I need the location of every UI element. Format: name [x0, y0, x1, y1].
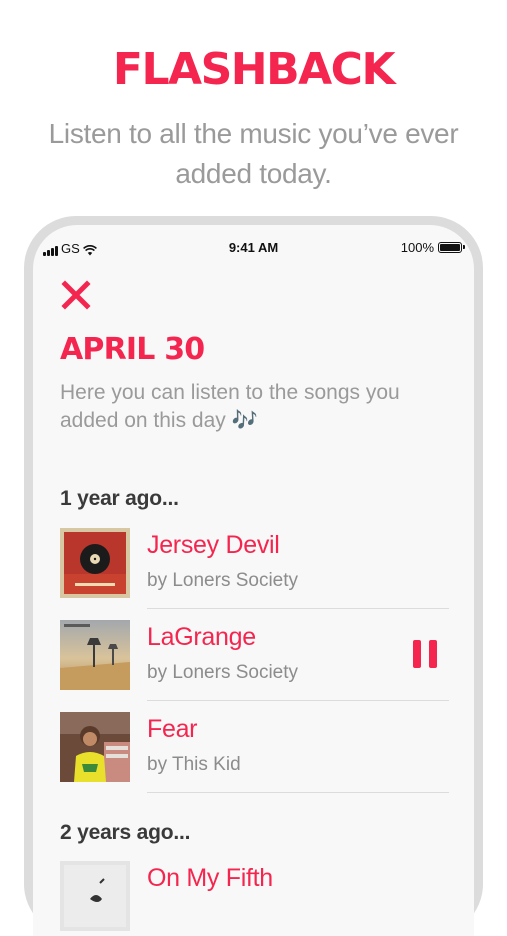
hero-title: FLASHBACK [112, 44, 396, 95]
close-button[interactable] [60, 279, 92, 311]
song-title: Jersey Devil [147, 531, 280, 559]
song-row[interactable]: LaGrange by Loners Society [60, 620, 449, 712]
phone-frame: GS 9:41 AM 100% APRIL 30 Here you can li… [24, 216, 483, 936]
pause-icon [429, 640, 437, 668]
song-row[interactable]: On My Fifth [60, 861, 449, 936]
divider [147, 608, 449, 609]
status-bar: GS 9:41 AM 100% [33, 237, 474, 259]
song-artist: by Loners Society [147, 662, 299, 683]
pause-icon [413, 640, 421, 668]
description: Here you can listen to the songs you add… [60, 381, 400, 432]
section-header: 2 years ago... [60, 821, 191, 844]
section-header: 1 year ago... [60, 487, 179, 510]
divider [147, 792, 449, 793]
date-title: APRIL 30 [60, 332, 205, 367]
song-row[interactable]: Fear by This Kid [60, 712, 449, 804]
close-icon [61, 280, 91, 310]
song-artist: by This Kid [147, 754, 241, 775]
battery-percentage: 100% [400, 240, 434, 255]
song-title: On My Fifth [147, 864, 273, 892]
album-artwork [60, 620, 130, 690]
phone-screen: GS 9:41 AM 100% APRIL 30 Here you can li… [33, 225, 474, 936]
song-row[interactable]: Jersey Devil by Loners Society [60, 528, 449, 620]
song-title: Fear [147, 715, 198, 743]
status-right: 100% [400, 240, 465, 255]
album-artwork [60, 861, 130, 931]
divider [147, 700, 449, 701]
song-title: LaGrange [147, 623, 256, 651]
battery-icon [438, 242, 465, 253]
pause-button[interactable] [413, 640, 439, 668]
song-artist: by Loners Society [147, 570, 299, 591]
album-artwork [60, 712, 130, 782]
album-artwork [60, 528, 130, 598]
hero-subtitle: Listen to all the music you’ve ever adde… [48, 118, 459, 189]
